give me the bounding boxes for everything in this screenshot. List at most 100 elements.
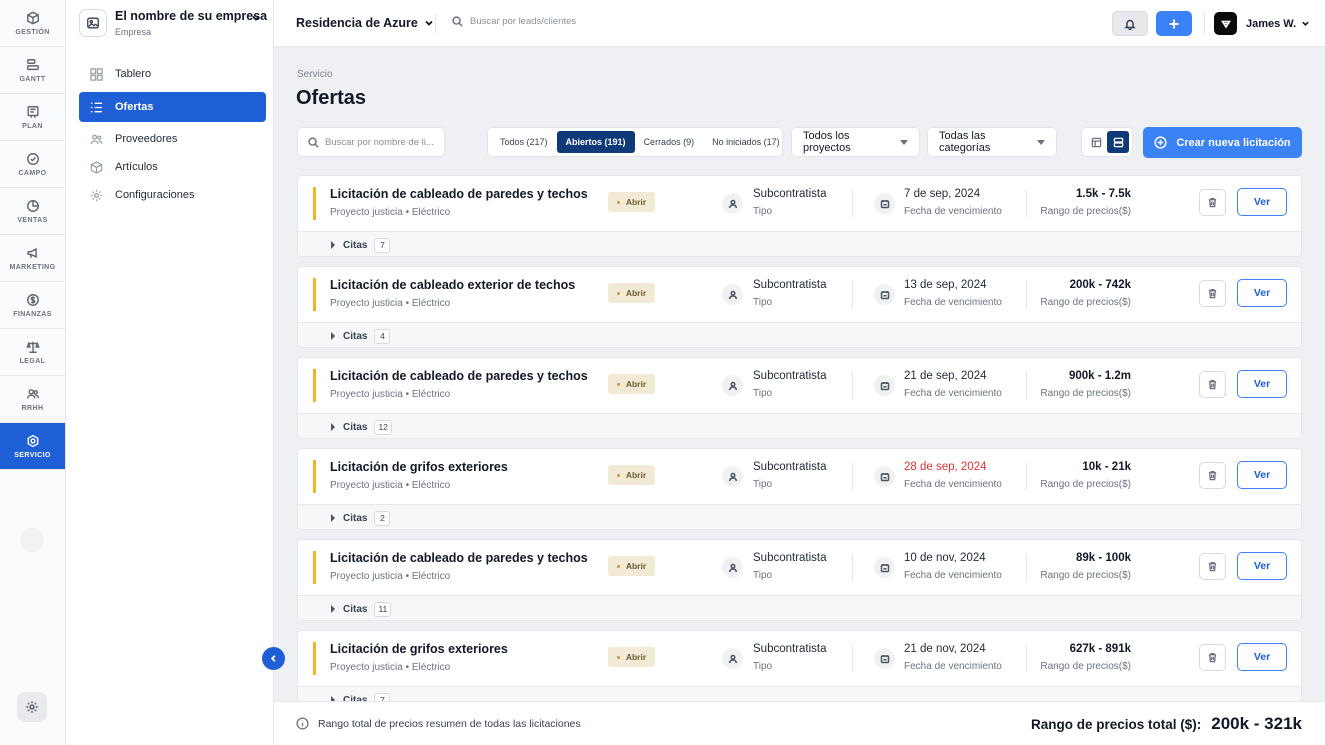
- bid-card[interactable]: Licitación de cableado de paredes y tech…: [297, 539, 1302, 621]
- divider: [1026, 554, 1027, 581]
- filter-closed[interactable]: Cerrados (9): [635, 131, 704, 153]
- bid-title[interactable]: Licitación de cableado de paredes y tech…: [330, 369, 588, 383]
- sidebar-item-ofertas[interactable]: Ofertas: [79, 92, 266, 122]
- sidebar-item-proveedores[interactable]: Proveedores: [79, 127, 266, 151]
- list-icon: [90, 102, 103, 112]
- status-badge: Abrir: [608, 374, 655, 394]
- chevron-left-icon: [270, 655, 276, 662]
- bid-title[interactable]: Licitación de cableado de paredes y tech…: [330, 187, 588, 201]
- price-range: 900k - 1.2m: [1068, 370, 1131, 382]
- rail-item-rrhh[interactable]: RRHH: [0, 376, 65, 423]
- divider: [852, 372, 853, 399]
- divider: [435, 13, 436, 33]
- notifications-button[interactable]: [1112, 11, 1148, 36]
- rail-item-gestion[interactable]: GESTIÓN: [0, 0, 65, 47]
- price-range-label: Rango de precios($): [1040, 479, 1131, 490]
- table-view-button[interactable]: [1085, 131, 1107, 153]
- due-date: 13 de sep, 2024: [904, 279, 987, 291]
- price-range: 1.5k - 7.5k: [1076, 188, 1131, 200]
- bid-card[interactable]: Licitación de grifos exteriores Proyecto …: [297, 630, 1302, 712]
- plan-icon: [26, 105, 39, 118]
- bid-title[interactable]: Licitación de cableado exterior de techo…: [330, 278, 575, 292]
- bid-title[interactable]: Licitación de grifos exteriores: [330, 460, 508, 474]
- bid-card[interactable]: Licitación de cableado de paredes y tech…: [297, 357, 1302, 439]
- trash-icon: [1208, 471, 1217, 481]
- filter-open[interactable]: Abiertos (191): [556, 131, 635, 153]
- rail-item-servicio[interactable]: SERVICIO: [0, 423, 65, 470]
- filter-all[interactable]: Todos (217): [491, 131, 557, 153]
- bid-title[interactable]: Licitación de cableado de paredes y tech…: [330, 551, 588, 565]
- view-button[interactable]: Ver: [1237, 643, 1287, 671]
- view-button[interactable]: Ver: [1237, 188, 1287, 216]
- add-button[interactable]: [1156, 11, 1192, 36]
- sidebar-item-configuraciones[interactable]: Configuraciones: [79, 183, 266, 207]
- rail-item-finanzas[interactable]: FINANZAS: [0, 282, 65, 329]
- module-rail: GESTIÓN GANTT PLAN CAMPO VENTAS MARKETIN…: [0, 0, 66, 745]
- due-date-label: Fecha de vencimiento: [904, 388, 1002, 399]
- summary-info-text: Rango total de precios resumen de todas …: [318, 717, 581, 730]
- trash-icon: [1208, 653, 1217, 663]
- bid-title[interactable]: Licitación de grifos exteriores: [330, 642, 508, 656]
- quotes-toggle[interactable]: Citas 12: [298, 413, 1301, 438]
- user-icon: [722, 284, 743, 305]
- due-date: 21 de nov, 2024: [904, 643, 986, 655]
- rail-item-gantt[interactable]: GANTT: [0, 47, 65, 94]
- sidebar-item-articulos[interactable]: Artículos: [79, 155, 266, 179]
- status-badge: Abrir: [608, 192, 655, 212]
- user-menu[interactable]: James W.: [1214, 12, 1310, 35]
- quotes-toggle[interactable]: Citas 7: [298, 231, 1301, 256]
- quotes-label: Citas: [343, 512, 368, 524]
- collapse-sidebar-button[interactable]: [262, 647, 285, 670]
- bid-search-input[interactable]: Buscar por nombre de li...: [297, 127, 445, 157]
- bid-card[interactable]: Licitación de cableado exterior de techo…: [297, 266, 1302, 348]
- total-label: Rango de precios total ($):: [1030, 717, 1202, 732]
- create-bid-label: Crear nueva licitación: [1176, 136, 1291, 149]
- bid-type-label: Tipo: [753, 661, 773, 672]
- price-range: 10k - 21k: [1082, 461, 1131, 473]
- cube-icon: [26, 11, 39, 24]
- bid-type-label: Tipo: [753, 297, 773, 308]
- caret-right-icon: [331, 332, 335, 340]
- create-bid-button[interactable]: Crear nueva licitación: [1143, 127, 1302, 158]
- bid-card[interactable]: Licitación de grifos exteriores Proyecto …: [297, 448, 1302, 530]
- bid-card[interactable]: Licitación de cableado de paredes y tech…: [297, 175, 1302, 257]
- rail-item-campo[interactable]: CAMPO: [0, 141, 65, 188]
- global-search[interactable]: Buscar por leads/clientes: [452, 16, 576, 27]
- bell-icon: [1124, 19, 1136, 30]
- view-button[interactable]: Ver: [1237, 279, 1287, 307]
- delete-button[interactable]: [1199, 189, 1226, 216]
- quotes-toggle[interactable]: Citas 4: [298, 322, 1301, 347]
- settings-button[interactable]: [17, 692, 47, 722]
- view-button[interactable]: Ver: [1237, 552, 1287, 580]
- delete-button[interactable]: [1199, 644, 1226, 671]
- filter-not-started[interactable]: No iniciados (17): [703, 131, 789, 153]
- quotes-toggle[interactable]: Citas 2: [298, 504, 1301, 529]
- rail-item-marketing[interactable]: MARKETING: [0, 235, 65, 282]
- project-selector[interactable]: Residencia de Azure: [296, 16, 434, 30]
- delete-button[interactable]: [1199, 462, 1226, 489]
- due-date: 7 de sep, 2024: [904, 188, 981, 200]
- company-switcher[interactable]: El nombre de su empresa Empresa: [79, 9, 269, 41]
- quotes-count: 7: [374, 237, 391, 253]
- projects-dropdown[interactable]: Todos los proyectos: [791, 127, 920, 157]
- view-button[interactable]: Ver: [1237, 461, 1287, 489]
- delete-button[interactable]: [1199, 280, 1226, 307]
- card-view-button[interactable]: [1107, 131, 1129, 153]
- sidebar-item-label: Artículos: [115, 161, 158, 173]
- rail-item-legal[interactable]: LEGAL: [0, 329, 65, 376]
- delete-button[interactable]: [1199, 553, 1226, 580]
- dollar-icon: [26, 293, 39, 306]
- breadcrumb[interactable]: Servicio: [297, 69, 333, 80]
- quotes-toggle[interactable]: Citas 11: [298, 595, 1301, 620]
- rail-item-plan[interactable]: PLAN: [0, 94, 65, 141]
- sidebar-item-tablero[interactable]: Tablero: [79, 59, 266, 89]
- user-icon: [722, 375, 743, 396]
- caret-right-icon: [331, 241, 335, 249]
- rail-item-ventas[interactable]: VENTAS: [0, 188, 65, 235]
- view-button[interactable]: Ver: [1237, 370, 1287, 398]
- categories-dropdown[interactable]: Todas las categorías: [927, 127, 1057, 157]
- sidebar-item-label: Configuraciones: [115, 189, 195, 201]
- sidebar-nav: Tablero Ofertas Proveedores Artículos Co…: [79, 59, 266, 211]
- caret-right-icon: [331, 423, 335, 431]
- delete-button[interactable]: [1199, 371, 1226, 398]
